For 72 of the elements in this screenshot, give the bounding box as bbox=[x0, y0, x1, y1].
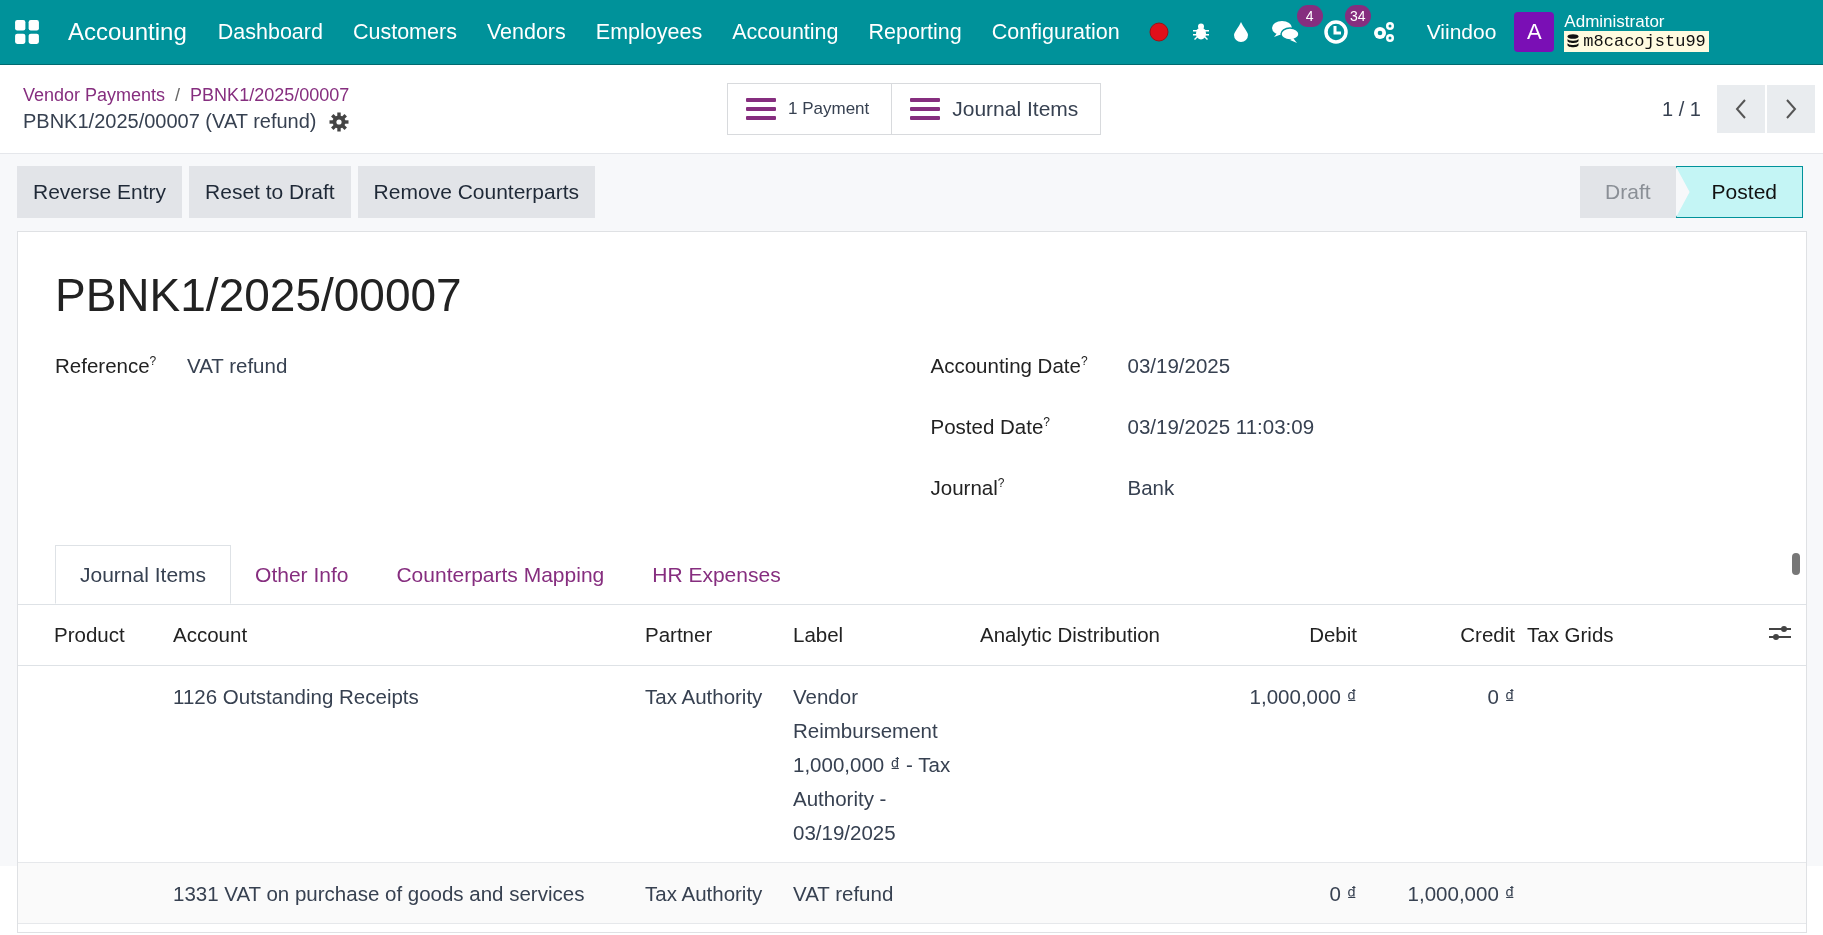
menu-item[interactable]: Configuration bbox=[976, 0, 1135, 64]
column-header[interactable]: Analytic Distribution bbox=[974, 605, 1174, 666]
user-name[interactable]: Administrator bbox=[1564, 12, 1709, 31]
breadcrumb-link[interactable]: Vendor Payments bbox=[23, 85, 166, 106]
column-header[interactable]: Tax Grids bbox=[1521, 605, 1746, 666]
menu-item[interactable]: Reporting bbox=[853, 0, 977, 64]
column-header[interactable]: Debit bbox=[1174, 605, 1363, 666]
column-header[interactable]: Product bbox=[18, 605, 167, 666]
column-header[interactable]: Credit bbox=[1363, 605, 1521, 666]
menu-item[interactable]: Dashboard bbox=[202, 0, 338, 64]
chevron-left-icon bbox=[1735, 98, 1747, 120]
database-tag: m8cacojstu99 bbox=[1564, 30, 1709, 52]
table-cell: VAT refund bbox=[787, 862, 974, 924]
field-value: 03/19/2025 bbox=[1127, 354, 1231, 379]
field-label: Posted Date$^{?}$ bbox=[930, 415, 1051, 440]
field-label: Accounting Date$^{?}$ bbox=[930, 354, 1089, 379]
field-value: Bank bbox=[1127, 476, 1175, 501]
drop-icon[interactable] bbox=[1232, 21, 1249, 43]
previous-button[interactable] bbox=[1717, 85, 1765, 133]
smart-button[interactable]: Journal Items bbox=[891, 84, 1101, 134]
column-header[interactable]: Label bbox=[787, 605, 974, 666]
record-title: PBNK1/2025/00007 bbox=[55, 268, 463, 322]
breadcrumb-link[interactable]: PBNK1/2025/00007 bbox=[190, 85, 350, 106]
table-cell: Tax Authority bbox=[639, 665, 787, 863]
column-header[interactable]: Partner bbox=[639, 605, 787, 666]
record-name: PBNK1/2025/00007 (VAT refund) bbox=[23, 110, 317, 133]
count-badge: 34 bbox=[1344, 5, 1371, 27]
field-value: VAT refund bbox=[187, 354, 288, 379]
table-cell: 1331 VAT on purchase of goods and services bbox=[167, 862, 639, 924]
chevron-right-icon bbox=[1785, 98, 1797, 120]
tab[interactable]: Journal Items bbox=[55, 545, 232, 604]
field-label: Reference$^{?}$ bbox=[55, 354, 158, 379]
action-button[interactable]: Remove Counterparts bbox=[357, 166, 596, 218]
breadcrumb-separator: / bbox=[175, 85, 181, 106]
database-icon bbox=[1567, 34, 1580, 48]
table-cell: Tax Authority bbox=[639, 862, 787, 924]
record-icon[interactable] bbox=[1148, 22, 1169, 42]
action-button[interactable]: Reset to Draft bbox=[189, 166, 351, 218]
chat-icon bbox=[1270, 19, 1301, 45]
table-cell: 1,000,000 ₫ bbox=[1174, 665, 1363, 863]
apps-grid-icon[interactable] bbox=[14, 19, 40, 45]
status-step[interactable]: Posted bbox=[1675, 166, 1803, 218]
list-icon bbox=[910, 97, 941, 121]
table-cell: 1,000,000 ₫ bbox=[1363, 862, 1521, 924]
settings-icon[interactable] bbox=[328, 111, 349, 132]
action-button[interactable]: Reverse Entry bbox=[17, 166, 183, 218]
menu-item[interactable]: Customers bbox=[337, 0, 472, 64]
tab[interactable]: Counterparts Mapping bbox=[372, 545, 629, 604]
field-label: Journal$^{?}$ bbox=[930, 476, 1006, 501]
clock-icon bbox=[1322, 19, 1349, 45]
list-icon bbox=[746, 97, 776, 121]
table-cell: 0 ₫ bbox=[1174, 862, 1363, 924]
tab[interactable]: Other Info bbox=[231, 545, 373, 604]
column-header[interactable]: Account bbox=[167, 605, 639, 666]
table-cell: 0 ₫ bbox=[1363, 665, 1521, 863]
user-avatar[interactable]: A bbox=[1514, 12, 1555, 52]
activities-button[interactable] bbox=[1322, 19, 1349, 45]
menu-item[interactable]: Employees bbox=[580, 0, 718, 64]
next-button[interactable] bbox=[1767, 85, 1815, 133]
table-cell: Vendor Reimbursement 1,000,000 ₫ - Tax Authority - 03/19/2025 bbox=[787, 665, 974, 863]
app-name[interactable]: Accounting bbox=[68, 18, 187, 46]
field-value: 03/19/2025 11:03:09 bbox=[1127, 415, 1315, 440]
bug-icon[interactable] bbox=[1190, 22, 1211, 42]
count-badge: 4 bbox=[1296, 5, 1323, 27]
pager-value: 1 / 1 bbox=[1662, 97, 1701, 121]
messages-button[interactable] bbox=[1270, 19, 1301, 45]
menu-item[interactable]: Accounting bbox=[717, 0, 854, 64]
company-name[interactable]: Viindoo bbox=[1426, 20, 1497, 44]
smart-button[interactable]: 1 Payment bbox=[728, 84, 892, 134]
menu-item[interactable]: Vendors bbox=[471, 0, 581, 64]
tab[interactable]: HR Expenses bbox=[628, 545, 805, 604]
table-cell: 1126 Outstanding Receipts bbox=[167, 665, 639, 863]
